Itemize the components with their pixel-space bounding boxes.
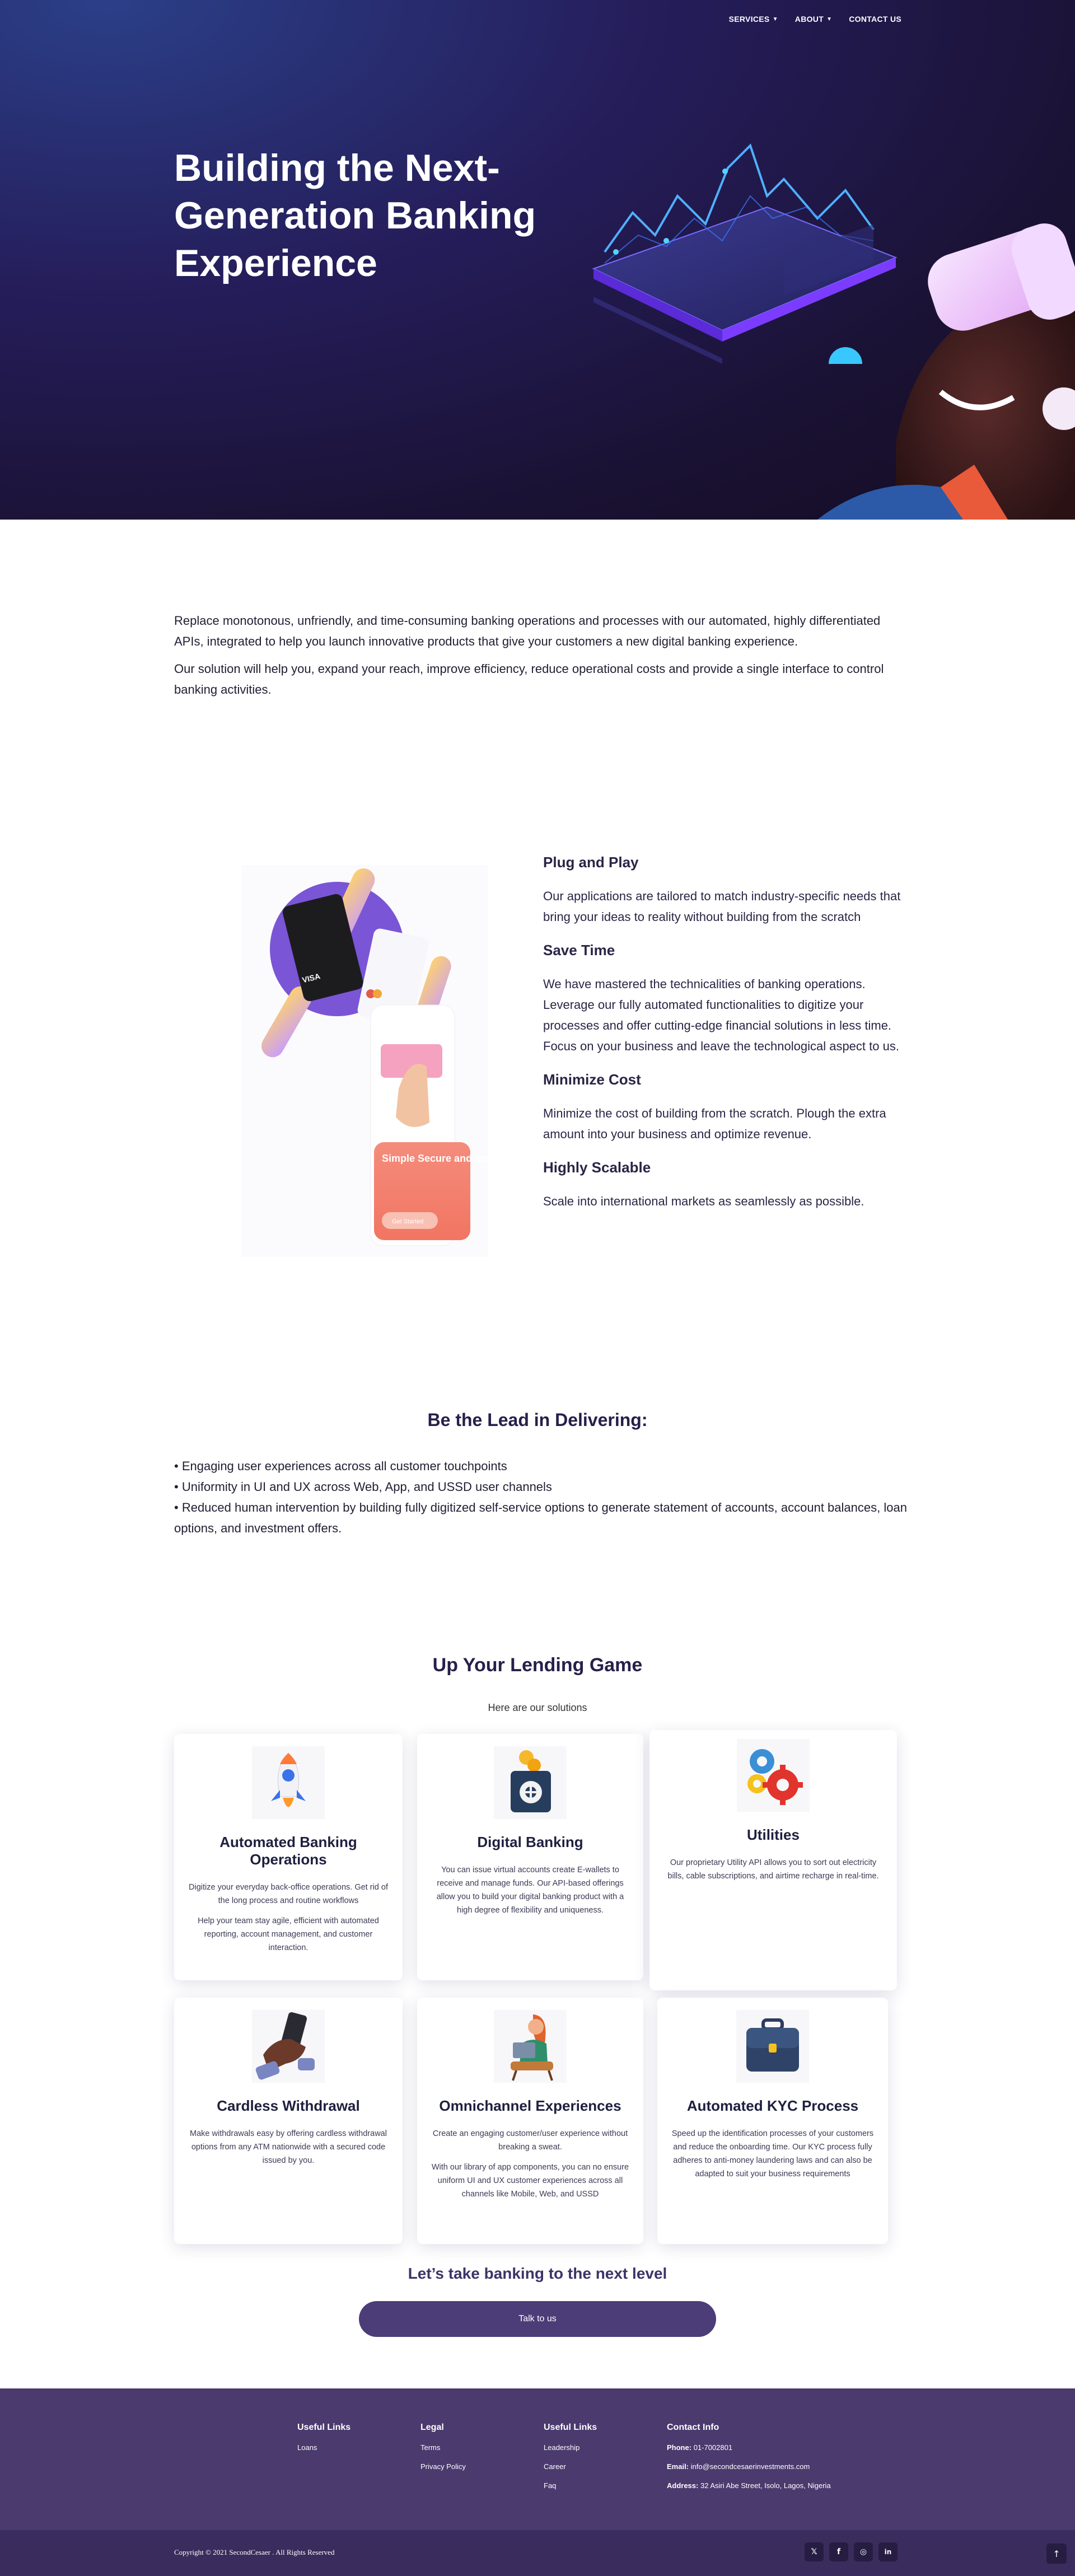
footer-heading: Legal [420, 2423, 444, 2432]
card-title: Automated KYC Process [686, 2097, 859, 2114]
phone-button-label: Get Started [392, 1218, 423, 1225]
card-text: Digitize your everyday back-office opera… [189, 1883, 388, 1905]
bottom-bar: Copyright © 2021 SecondCesaer . All Righ… [0, 2530, 1075, 2576]
footer-heading: Useful Links [544, 2423, 597, 2432]
contact-label: Address: [667, 2481, 699, 2490]
contact-value: 32 Asiri Abe Street, Isolo, Lagos, Niger… [700, 2481, 831, 2490]
instagram-icon[interactable]: ◎ [854, 2542, 873, 2561]
card-text: Speed up the identification processes of… [671, 2129, 874, 2178]
footer-heading: Contact Info [667, 2423, 719, 2432]
contact-value[interactable]: info@secondcesaerinvestments.com [691, 2462, 810, 2471]
hero-title: Building the Next-Generation Banking Exp… [174, 147, 536, 284]
card-text: Help your team stay agile, efficient wit… [198, 1916, 379, 1952]
cta-heading: Let’s take banking to the next level [408, 2265, 667, 2282]
hand-phone-icon [252, 2010, 325, 2083]
chevron-down-icon: ▼ [826, 16, 833, 22]
feature-title: Plug and Play [543, 854, 639, 871]
footer-link[interactable]: Terms [420, 2444, 466, 2452]
linkedin-icon[interactable]: in [878, 2542, 898, 2561]
nav-item-contact[interactable]: CONTACT US [849, 15, 901, 24]
feature-text: Minimize the cost of building from the s… [543, 1106, 886, 1141]
banking-cards-illustration: VISA Simple Secure and smart banking Get… [242, 865, 488, 1257]
list-item: • Reduced human intervention by building… [174, 1500, 907, 1535]
chevron-down-icon: ▼ [772, 16, 778, 22]
card-title: Omnichannel Experiences [439, 2097, 621, 2114]
feature-title: Save Time [543, 942, 615, 959]
contact-phone: Phone: 01-7002801 [667, 2444, 831, 2452]
footer: Useful Links Loans Legal Terms Privacy P… [0, 2388, 1075, 2530]
scroll-to-top-icon[interactable]: ↑ [1046, 2544, 1067, 2564]
footer-column-useful-links: Useful Links Loans [297, 2423, 350, 2463]
contact-value: 01-7002801 [693, 2443, 733, 2452]
card-title: Digital Banking [477, 1834, 583, 1850]
footer-link[interactable]: Career [544, 2463, 597, 2471]
contact-label: Phone: [667, 2443, 692, 2452]
footer-link[interactable]: Privacy Policy [420, 2463, 466, 2471]
safe-coins-icon [494, 1746, 567, 1819]
solution-card: Digital Banking You can issue virtual ac… [417, 1734, 643, 1980]
card-text: With our library of app components, you … [431, 2163, 629, 2199]
card-title: Utilities [747, 1826, 800, 1843]
rocket-icon [252, 1746, 325, 1819]
top-nav: SERVICES ▼ ABOUT ▼ CONTACT US [729, 15, 901, 24]
list-item: • Engaging user experiences across all c… [174, 1459, 507, 1473]
gears-icon [737, 1739, 810, 1812]
nav-item-about[interactable]: ABOUT ▼ [795, 15, 832, 24]
intro-paragraph: Our solution will help you, expand your … [174, 662, 884, 696]
lead-title: Be the Lead in Delivering: [427, 1410, 648, 1430]
contact-label: Email: [667, 2462, 689, 2471]
briefcase-icon [736, 2010, 809, 2083]
nav-label: CONTACT US [849, 15, 901, 24]
footer-link[interactable]: Leadership [544, 2444, 597, 2452]
feature-list: Plug and Play Our applications are tailo… [543, 854, 901, 1226]
hero-section: SERVICES ▼ ABOUT ▼ CONTACT US Building t… [0, 0, 1075, 520]
vr-banking-illustration [592, 143, 1075, 520]
list-item: • Uniformity in UI and UX across Web, Ap… [174, 1480, 552, 1494]
lending-title: Up Your Lending Game [432, 1654, 643, 1676]
nav-item-services[interactable]: SERVICES ▼ [729, 15, 778, 24]
footer-column-company-links: Useful Links Leadership Career Faq [544, 2423, 597, 2501]
intro-paragraph: Replace monotonous, unfriendly, and time… [174, 614, 881, 648]
nav-label: SERVICES [728, 15, 770, 24]
solution-card: Utilities Our proprietary Utility API al… [649, 1730, 897, 1990]
phone-title: Simple Secure and smart banking [382, 1153, 488, 1164]
card-title: Cardless Withdrawal [217, 2097, 360, 2114]
footer-link[interactable]: Loans [297, 2444, 350, 2452]
twitter-icon[interactable]: 𝕏 [805, 2542, 824, 2561]
feature-text: Scale into international markets as seam… [543, 1194, 864, 1208]
contact-address: Address: 32 Asiri Abe Street, Isolo, Lag… [667, 2482, 831, 2490]
lead-list: • Engaging user experiences across all c… [174, 1456, 908, 1539]
footer-heading: Useful Links [297, 2423, 351, 2432]
footer-link[interactable]: Faq [544, 2482, 597, 2490]
contact-email: Email: info@secondcesaerinvestments.com [667, 2463, 831, 2471]
solution-card: Cardless Withdrawal Make withdrawals eas… [174, 1998, 403, 2244]
card-title: Automated Banking Operations [219, 1834, 357, 1868]
footer-column-contact: Contact Info Phone: 01-7002801 Email: in… [667, 2423, 831, 2501]
solution-card: Automated KYC Process Speed up the ident… [657, 1998, 888, 2244]
feature-text: Our applications are tailored to match i… [543, 889, 901, 924]
feature-title: Minimize Cost [543, 1071, 641, 1088]
feature-text: We have mastered the technicalities of b… [543, 977, 899, 1053]
copyright-text: Copyright © 2021 SecondCesaer . All Righ… [174, 2548, 335, 2556]
card-text: Create an engaging customer/user experie… [432, 2129, 628, 2152]
solution-card: Omnichannel Experiences Create an engagi… [417, 1998, 643, 2244]
solution-card: Automated Banking Operations Digitize yo… [174, 1734, 403, 1980]
intro-section: Replace monotonous, unfriendly, and time… [174, 610, 902, 707]
card-text: You can issue virtual accounts create E-… [436, 1866, 624, 1915]
social-links: 𝕏 f ◎ in [805, 2542, 898, 2561]
card-text: Our proprietary Utility API allows you t… [667, 1858, 879, 1881]
feature-title: Highly Scalable [543, 1159, 651, 1176]
woman-laptop-icon [494, 2010, 567, 2083]
footer-column-legal: Legal Terms Privacy Policy [420, 2423, 466, 2482]
card-text: Make withdrawals easy by offering cardle… [190, 2129, 387, 2165]
nav-label: ABOUT [794, 15, 824, 24]
facebook-icon[interactable]: f [829, 2542, 848, 2561]
talk-to-us-button[interactable]: Talk to us [359, 2301, 716, 2337]
lending-subtitle: Here are our solutions [488, 1702, 587, 1713]
